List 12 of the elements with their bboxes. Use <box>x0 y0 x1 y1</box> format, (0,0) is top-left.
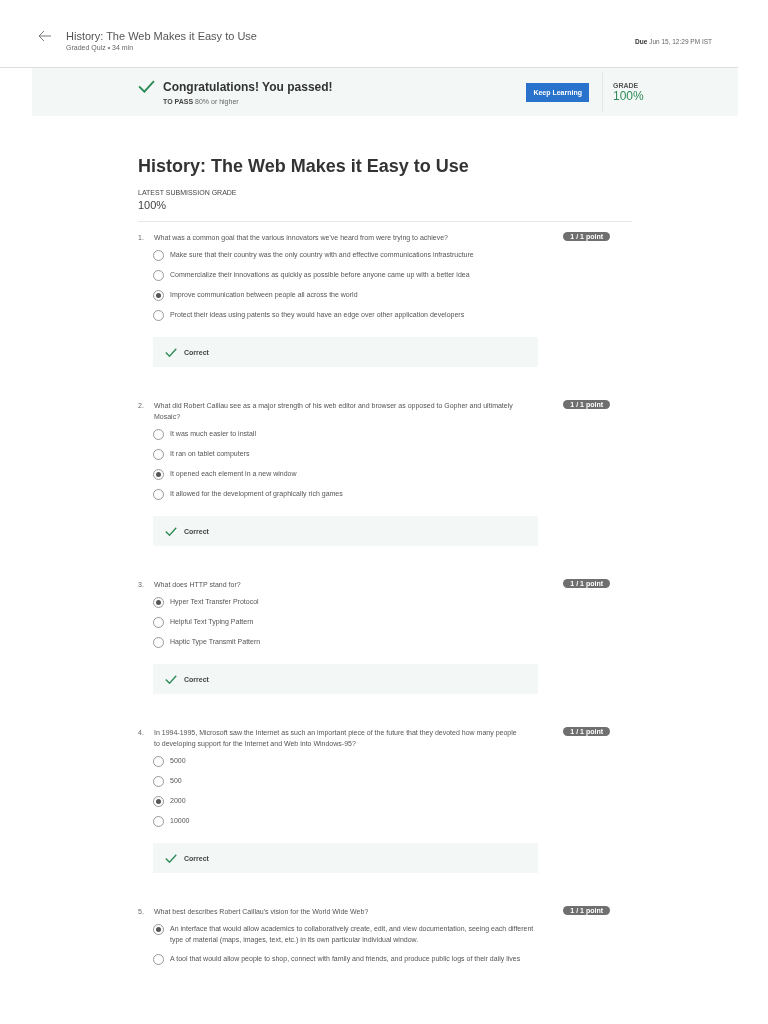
checkmark-icon <box>165 853 177 863</box>
checkmark-icon <box>165 674 177 684</box>
checkmark-icon <box>165 347 177 357</box>
back-arrow-icon <box>38 30 52 42</box>
checkmark-icon <box>165 526 177 536</box>
banner-message: Congratulations! You passed! <box>163 79 333 94</box>
back-button[interactable] <box>38 30 52 42</box>
page-title: History: The Web Makes it Easy to Use <box>66 30 258 42</box>
quiz-title: History: The Web Makes it Easy to Use <box>138 156 470 177</box>
grade-value: 100% <box>613 88 645 103</box>
checkmark-icon <box>138 80 155 93</box>
submission-grade-value: 100% <box>138 199 168 211</box>
